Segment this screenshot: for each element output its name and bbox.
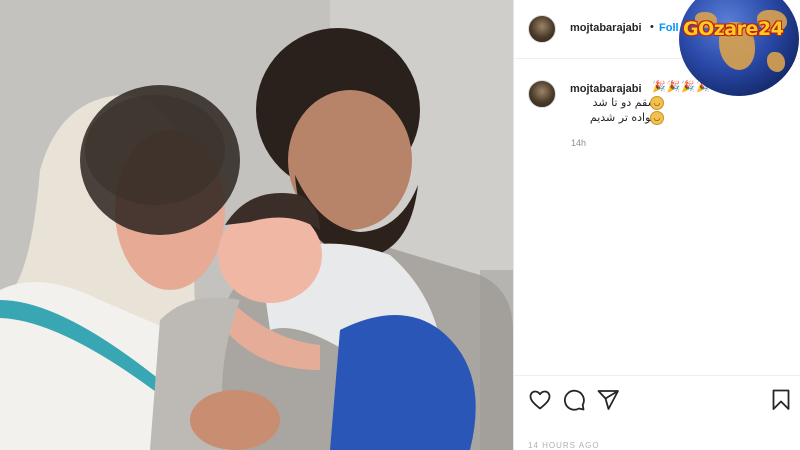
actions-divider [514,375,800,376]
bookmark-icon[interactable] [769,388,793,412]
watermark-logo: GOzare24 [679,0,800,96]
post-photo[interactable] [0,0,513,450]
user-avatar[interactable] [528,15,556,43]
post-date: 14 HOURS AGO [528,441,600,450]
caption-time[interactable]: 14h [571,138,586,148]
smile-emoji-icon: ◡ [650,111,664,125]
heart-icon[interactable] [528,388,552,412]
caption-avatar[interactable] [528,80,556,108]
header-username[interactable]: mojtabarajabi [570,22,642,34]
instagram-post-view: mojtabarajabi • Foll mojtabarajabi 🎉🎉🎉🎉 … [0,0,800,450]
globe-icon [679,0,799,96]
separator-dot: • [650,21,654,33]
smile-emoji-icon: ◡ [650,96,664,110]
follow-button[interactable]: Foll [659,22,679,34]
comment-icon[interactable] [562,388,586,412]
share-icon[interactable] [596,388,620,412]
watermark-text: GOzare24 [683,18,784,40]
photo-illustration [0,0,513,450]
caption-username[interactable]: mojtabarajabi [570,83,642,95]
